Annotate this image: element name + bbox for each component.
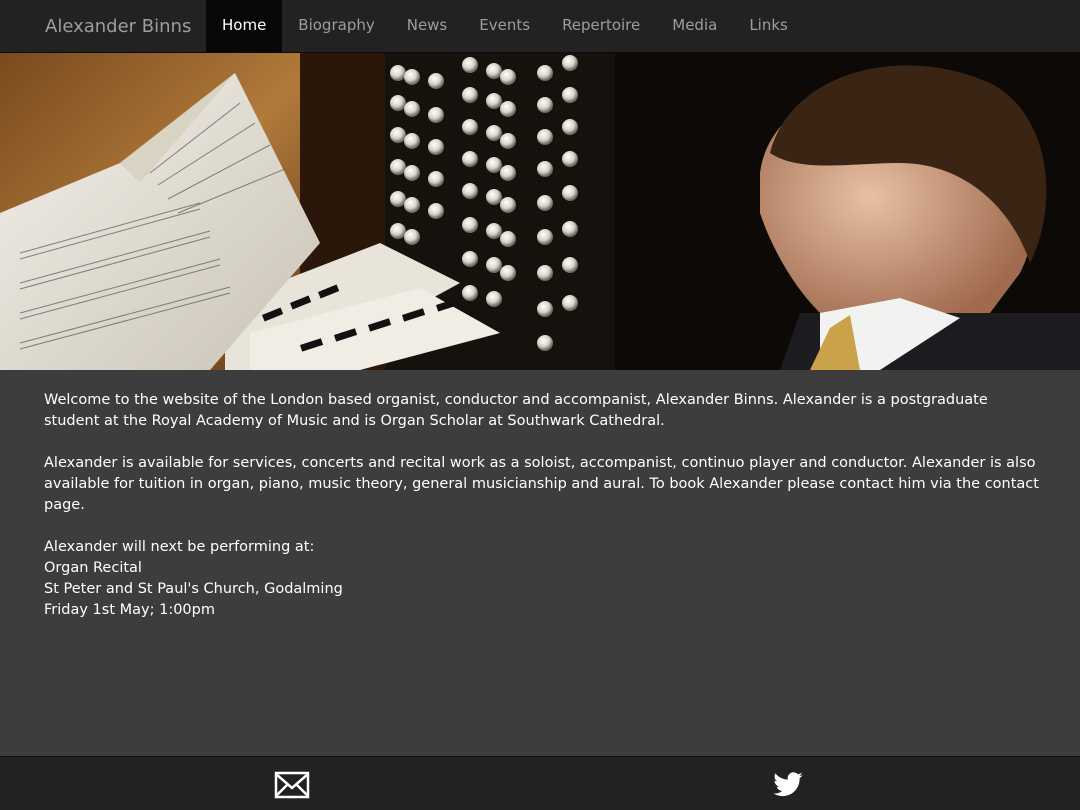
next-performance-event: Organ Recital — [44, 560, 142, 576]
site-brand-link[interactable]: Alexander Binns — [45, 0, 191, 53]
next-performance-block: Alexander will next be performing at: Or… — [44, 537, 1044, 621]
nav-item-biography: Biography — [282, 0, 390, 53]
nav-item-repertoire: Repertoire — [546, 0, 656, 53]
footer — [0, 756, 1080, 810]
nav-link-events[interactable]: Events — [463, 0, 546, 53]
nav-item-events: Events — [463, 0, 546, 53]
nav-item-news: News — [391, 0, 464, 53]
envelope-icon[interactable] — [274, 769, 310, 801]
main-content: Welcome to the website of the London bas… — [44, 390, 1044, 642]
nav-link-media[interactable]: Media — [656, 0, 733, 53]
nav-link-news[interactable]: News — [391, 0, 464, 53]
next-performance-datetime: Friday 1st May; 1:00pm — [44, 602, 215, 618]
availability-paragraph: Alexander is available for services, con… — [44, 455, 1039, 513]
nav-item-media: Media — [656, 0, 733, 53]
nav-item-links: Links — [733, 0, 804, 53]
organist-photo — [0, 53, 1080, 370]
next-performance-heading: Alexander will next be performing at: — [44, 539, 315, 555]
top-navbar: Alexander Binns Home Biography News Even… — [0, 0, 1080, 53]
nav-link-links[interactable]: Links — [733, 0, 804, 53]
nav-link-home[interactable]: Home — [206, 0, 283, 53]
nav-item-home: Home — [206, 0, 283, 53]
nav-link-biography[interactable]: Biography — [282, 0, 390, 53]
main-nav: Home Biography News Events Repertoire Me… — [206, 0, 804, 53]
next-performance-venue: St Peter and St Paul's Church, Godalming — [44, 581, 343, 597]
nav-link-repertoire[interactable]: Repertoire — [546, 0, 656, 53]
intro-paragraph: Welcome to the website of the London bas… — [44, 392, 988, 429]
twitter-icon[interactable] — [770, 769, 806, 801]
hero-image — [0, 53, 1080, 370]
